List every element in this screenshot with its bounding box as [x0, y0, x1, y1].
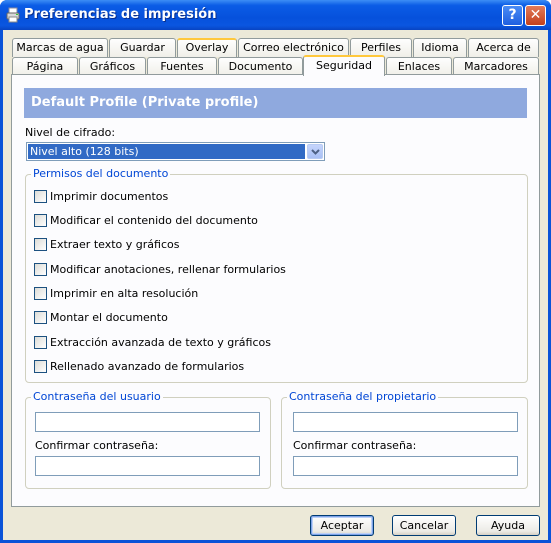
tab-overlay[interactable]: Overlay	[177, 38, 237, 57]
checkbox-label: Modificar el contenido del documento	[50, 214, 258, 227]
title-bar[interactable]: Preferencias de impresión ? ✕	[0, 0, 551, 30]
tab-acerca-de[interactable]: Acerca de	[468, 38, 539, 57]
checkbox[interactable]	[34, 214, 47, 227]
permissions-group: Permisos del documento Imprimir document…	[25, 167, 528, 383]
checkbox-label: Extraer texto y gráficos	[50, 238, 180, 251]
checkbox-label: Imprimir documentos	[50, 190, 169, 203]
checkbox[interactable]	[34, 336, 47, 349]
owner-password-input[interactable]	[293, 412, 518, 432]
help-icon: ?	[508, 7, 517, 23]
tab-idioma[interactable]: Idioma	[413, 38, 467, 57]
checkbox[interactable]	[34, 287, 47, 300]
encryption-level-select[interactable]: Nivel alto (128 bits)	[26, 142, 325, 161]
checkbox-label: Extracción avanzada de texto y gráficos	[50, 336, 271, 349]
user-password-group: Contraseña del usuario Confirmar contras…	[25, 390, 271, 489]
help-button[interactable]: Ayuda	[476, 515, 540, 536]
user-password-title: Contraseña del usuario	[31, 390, 163, 403]
checkbox-label: Montar el documento	[50, 311, 168, 324]
tab-marcas-de-agua[interactable]: Marcas de agua	[12, 38, 108, 57]
encryption-label: Nivel de cifrado:	[25, 126, 116, 139]
checkbox-label: Modificar anotaciones, rellenar formular…	[50, 263, 286, 276]
checkbox-label: Rellenado avanzado de formularios	[50, 360, 245, 373]
user-confirm-label: Confirmar contraseña:	[35, 439, 159, 452]
checkbox[interactable]	[34, 311, 47, 324]
tab-seguridad[interactable]: Seguridad	[303, 55, 385, 76]
dropdown-button[interactable]	[307, 144, 323, 159]
dialog-client-area: Marcas de agua Guardar Overlay Correo el…	[3, 30, 548, 540]
tab-guardar[interactable]: Guardar	[109, 38, 176, 57]
profile-title-bar: Default Profile (Private profile)	[24, 88, 527, 118]
owner-password-title: Contraseña del propietario	[287, 390, 439, 403]
checkbox[interactable]	[34, 360, 47, 373]
checkbox[interactable]	[34, 238, 47, 251]
cancel-button[interactable]: Cancelar	[392, 515, 456, 536]
owner-password-group: Contraseña del propietario Confirmar con…	[281, 390, 528, 489]
window-title: Preferencias de impresión	[24, 7, 217, 22]
preferences-window: Preferencias de impresión ? ✕ Marcas de …	[0, 0, 551, 543]
printer-icon	[6, 7, 20, 23]
ok-button[interactable]: Aceptar	[310, 515, 374, 536]
checkbox-label: Imprimir en alta resolución	[50, 287, 199, 300]
close-button[interactable]: ✕	[525, 5, 546, 26]
owner-password-confirm-input[interactable]	[293, 456, 518, 476]
checkbox[interactable]	[34, 190, 47, 203]
user-password-input[interactable]	[35, 412, 260, 432]
close-icon: ✕	[529, 7, 542, 23]
security-panel: Default Profile (Private profile) Nivel …	[11, 74, 540, 507]
encryption-level-value: Nivel alto (128 bits)	[28, 144, 305, 159]
checkbox[interactable]	[34, 263, 47, 276]
permissions-group-title: Permisos del documento	[31, 167, 171, 180]
help-title-button[interactable]: ?	[502, 5, 523, 26]
owner-confirm-label: Confirmar contraseña:	[293, 439, 417, 452]
user-password-confirm-input[interactable]	[35, 456, 260, 476]
